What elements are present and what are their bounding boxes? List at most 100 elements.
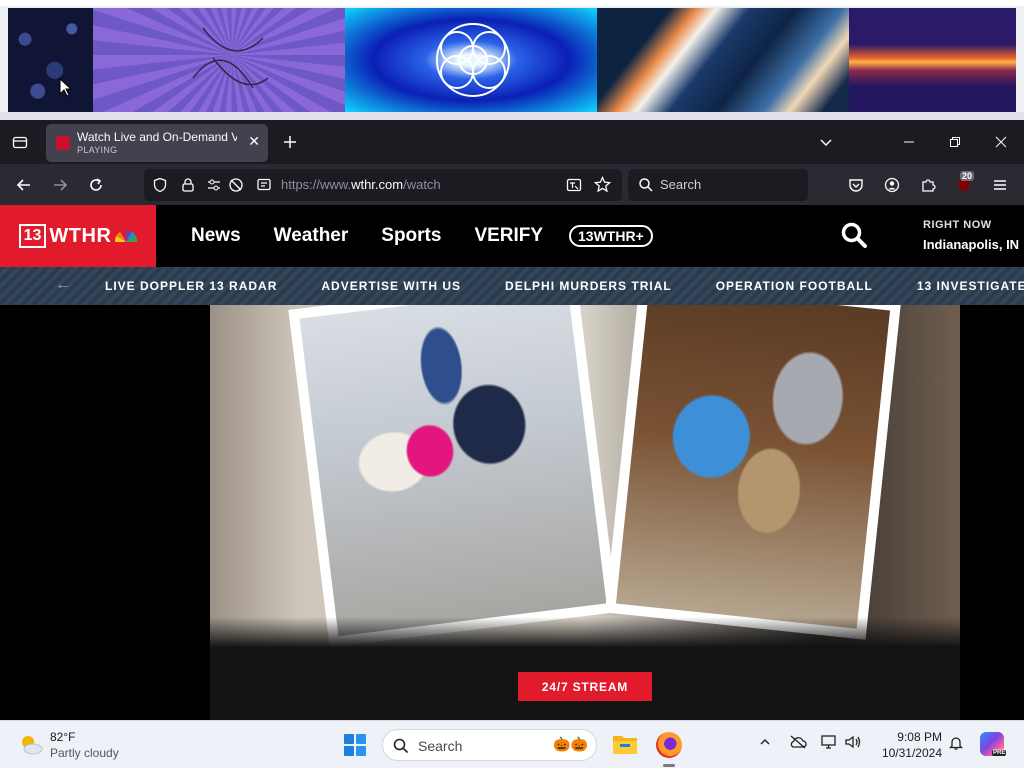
close-icon — [995, 136, 1007, 148]
weather-temperature[interactable]: 82°F — [50, 730, 75, 744]
extension-count-badge: 20 — [960, 171, 975, 181]
reload-button[interactable] — [81, 170, 111, 200]
firefox-taskbar-icon[interactable] — [656, 732, 682, 758]
notifications-icon[interactable] — [948, 735, 964, 754]
video-bottom-shadow — [210, 617, 960, 648]
nav-weather[interactable]: Weather — [274, 225, 349, 247]
secondary-nav-back-icon[interactable]: ← — [55, 276, 71, 294]
account-icon — [884, 177, 900, 193]
thumbnail-2-pattern — [192, 27, 269, 89]
onedrive-offline-icon[interactable] — [789, 735, 807, 752]
weather-location[interactable]: Indianapolis, IN — [923, 237, 1019, 252]
plus-icon — [284, 136, 296, 148]
nav-news[interactable]: News — [191, 225, 241, 247]
wallpaper-bottom-edge — [0, 112, 1024, 120]
cloud-off-icon — [790, 735, 807, 749]
firefox-view-icon[interactable] — [6, 128, 34, 156]
family-photo-right — [604, 305, 902, 640]
tab-list-button[interactable] — [812, 128, 840, 156]
wallpaper-thumbnail-2[interactable] — [93, 8, 345, 112]
pocket-icon — [849, 179, 863, 192]
chevron-up-icon — [760, 738, 770, 745]
browser-tab-active[interactable]: Watch Live and On-Demand Vi PLAYING ✕ — [46, 124, 268, 162]
tab-close-icon[interactable]: ✕ — [248, 133, 260, 150]
link-live-doppler[interactable]: LIVE DOPPLER 13 RADAR — [105, 279, 277, 293]
forward-button[interactable] — [45, 170, 75, 200]
back-arrow-icon — [16, 179, 30, 191]
url-domain: wthr.com — [351, 177, 404, 192]
new-tab-button[interactable] — [276, 128, 304, 156]
nbc-peacock-icon — [115, 230, 138, 242]
windows-start-icon[interactable] — [343, 733, 367, 757]
close-window-button[interactable] — [987, 128, 1015, 156]
logo-number: 13 — [18, 224, 47, 248]
wthr-favicon-icon — [56, 136, 70, 150]
taskbar-clock[interactable]: 9:08 PM 10/31/2024 — [878, 729, 942, 761]
wallpaper-thumbnail-1[interactable] — [8, 8, 93, 112]
browser-search-placeholder: Search — [660, 177, 702, 192]
nav-verify[interactable]: VERIFY — [474, 225, 543, 247]
clock-date: 10/31/2024 — [881, 746, 942, 760]
volume-icon[interactable] — [845, 735, 863, 752]
family-photo-right-image — [615, 305, 891, 629]
tracking-shield-icon[interactable] — [152, 177, 168, 193]
chevron-down-icon — [820, 139, 832, 147]
copilot-preview-badge: PRE — [992, 750, 1007, 756]
link-operation-football[interactable]: OPERATION FOOTBALL — [716, 279, 873, 293]
url-prefix: https://www. — [281, 177, 352, 192]
video-player[interactable] — [210, 305, 960, 648]
clock-time: 9:08 PM — [897, 730, 942, 744]
lock-icon[interactable] — [180, 177, 196, 193]
nav-sports[interactable]: Sports — [381, 225, 441, 247]
tab-playing-status: PLAYING — [77, 145, 118, 155]
app-menu-button[interactable] — [985, 170, 1015, 200]
secondary-nav: ← LIVE DOPPLER 13 RADAR ADVERTISE WITH U… — [0, 267, 1024, 305]
firefox-active-indicator — [663, 764, 675, 767]
back-button[interactable] — [9, 170, 39, 200]
firefox-view-glyph — [12, 136, 28, 149]
stream-button[interactable]: 24/7 STREAM — [518, 672, 652, 701]
partly-cloudy-icon[interactable] — [18, 732, 44, 758]
tab-title: Watch Live and On-Demand Vi — [77, 130, 237, 144]
minimize-button[interactable] — [895, 128, 923, 156]
account-button[interactable] — [877, 170, 907, 200]
bookmark-star-icon[interactable] — [594, 176, 611, 193]
browser-search-bar[interactable]: Search — [628, 169, 808, 201]
translate-icon[interactable] — [566, 177, 582, 193]
hamburger-icon — [994, 180, 1006, 190]
thumbnail-3-pattern — [436, 23, 510, 97]
site-search-icon[interactable] — [840, 221, 868, 249]
file-explorer-icon[interactable] — [612, 733, 638, 755]
wallpaper-thumbnail-5[interactable] — [849, 8, 1016, 112]
weather-condition[interactable]: Partly cloudy — [50, 746, 119, 760]
network-icon[interactable] — [821, 735, 839, 752]
permissions-icon[interactable] — [206, 177, 222, 193]
link-13-investigates[interactable]: 13 INVESTIGATES — [917, 279, 1024, 293]
right-now-label: RIGHT NOW — [923, 219, 992, 231]
taskbar-search[interactable]: Search 🎃🎃 — [382, 729, 597, 761]
puzzle-icon — [922, 179, 936, 192]
wthr-logo[interactable]: 13 WTHR — [0, 205, 156, 267]
wallpaper-thumbnails — [0, 0, 1024, 120]
wthr-website: 13 WTHR News Weather Sports VERIFY 13WTH… — [0, 205, 1024, 720]
autoplay-blocked-icon[interactable] — [228, 177, 244, 193]
url-bar[interactable]: https://www.wthr.com/watch — [144, 169, 622, 201]
logo-text: WTHR — [49, 224, 112, 247]
link-advertise[interactable]: ADVERTISE WITH US — [321, 279, 461, 293]
show-hidden-icons-chevron-icon[interactable] — [759, 735, 771, 751]
wallpaper-thumbnail-4[interactable] — [597, 8, 849, 112]
pocket-button[interactable] — [841, 170, 871, 200]
extensions-button[interactable] — [913, 170, 943, 200]
windows-taskbar: 82°F Partly cloudy Search 🎃🎃 9:08 PM 10/… — [0, 720, 1024, 768]
reader-view-icon[interactable] — [256, 177, 272, 193]
speaker-icon — [845, 735, 861, 749]
secondary-links: LIVE DOPPLER 13 RADAR ADVERTISE WITH US … — [105, 279, 1024, 293]
restore-button[interactable] — [941, 128, 969, 156]
wthr-plus-logo[interactable]: 13WTHR+ — [569, 225, 653, 247]
family-photo-left-image — [299, 305, 607, 637]
mouse-cursor-icon — [59, 78, 73, 97]
url-text[interactable]: https://www.wthr.com/watch — [281, 177, 441, 192]
forward-arrow-icon — [54, 179, 68, 191]
wallpaper-thumbnail-3[interactable] — [345, 8, 597, 112]
link-delphi-trial[interactable]: DELPHI MURDERS TRIAL — [505, 279, 672, 293]
